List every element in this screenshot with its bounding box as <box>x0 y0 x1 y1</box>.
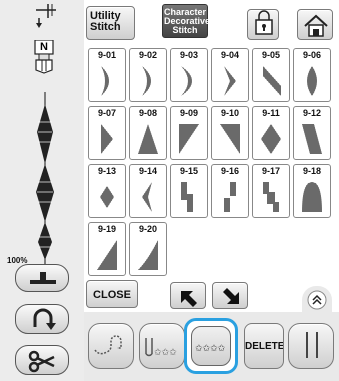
expand-tab[interactable] <box>302 286 332 312</box>
svg-text:✩✩✩✩: ✩✩✩✩ <box>195 344 226 354</box>
steps2-stitch-icon <box>224 182 236 212</box>
stitch-cell[interactable]: 9-05 <box>252 48 290 102</box>
triangle-stitch-icon <box>138 124 158 154</box>
dome-stitch-icon <box>302 182 322 212</box>
diamond-small-stitch-icon <box>100 186 114 208</box>
stitch-cell[interactable]: 9-01 <box>88 48 126 102</box>
stitch-code: 9-03 <box>179 50 198 60</box>
stitch-code: 9-14 <box>138 166 157 176</box>
stitch-cell[interactable]: 9-11 <box>252 106 290 160</box>
stitch-cell[interactable]: 9-08 <box>129 106 167 160</box>
next-page-button[interactable] <box>212 282 248 309</box>
foot-down-icon <box>30 272 56 284</box>
twin-needle-icon <box>306 332 318 358</box>
utility-stitch-tab[interactable]: Utility Stitch <box>86 6 135 40</box>
stitch-cell[interactable]: 9-20 <box>129 222 167 276</box>
stitch-cell[interactable]: 9-07 <box>88 106 126 160</box>
selected-stitch-inner: ✩✩✩✩ <box>191 326 231 366</box>
ramp2-stitch-icon <box>138 240 158 270</box>
stitch-code: 9-16 <box>220 166 239 176</box>
tri-right-stitch-icon <box>220 124 240 154</box>
previous-page-button[interactable] <box>170 282 206 309</box>
character-decorative-stitch-tab[interactable]: Character Decorative Stitch <box>162 4 210 38</box>
steps-stitch-icon <box>181 182 193 212</box>
stitch-code: 9-04 <box>220 50 239 60</box>
thread-cutter-button[interactable] <box>15 345 69 375</box>
stitch-cell[interactable]: 9-02 <box>129 48 167 102</box>
stars-pattern-icon: ✩✩✩✩ <box>195 344 226 354</box>
wedge-diag-stitch-icon <box>263 66 281 96</box>
stitch-stars-icon: ✩✩✩ <box>145 338 177 358</box>
chevron-left-stitch-icon <box>142 182 152 212</box>
diamond-stitch-icon <box>261 124 281 154</box>
delete-button[interactable]: DELETE <box>244 323 284 369</box>
thread-button[interactable] <box>88 323 134 369</box>
dots-step-stitch-icon <box>263 182 279 212</box>
stitch-code: 9-02 <box>138 50 157 60</box>
stitch-cell[interactable]: 9-19 <box>88 222 126 276</box>
stitch-code: 9-09 <box>179 108 198 118</box>
close-label: CLOSE <box>93 289 131 301</box>
stitch-code: 9-08 <box>138 108 157 118</box>
crescent-right-stitch-icon <box>101 66 109 96</box>
stitch-cell[interactable]: 9-15 <box>170 164 208 218</box>
stitch-code: 9-15 <box>179 166 198 176</box>
stitch-cell[interactable]: 9-06 <box>293 48 331 102</box>
stitch-code: 9-20 <box>138 224 157 234</box>
stitch-style-button[interactable]: ✩✩✩ <box>139 323 185 369</box>
stitch-cell[interactable]: 9-09 <box>170 106 208 160</box>
crescent-right3-stitch-icon <box>181 66 192 96</box>
stitch-cell[interactable]: 9-03 <box>170 48 208 102</box>
home-button[interactable] <box>297 9 333 40</box>
stitch-cell[interactable]: 9-14 <box>129 164 167 218</box>
delete-label: DELETE <box>245 341 284 352</box>
chevron-stitch-icon <box>224 66 236 96</box>
stitch-cell[interactable]: 9-17 <box>252 164 290 218</box>
tri-left-stitch-icon <box>179 124 199 154</box>
ellipse-stitch-icon <box>307 66 317 96</box>
stitch-preview <box>30 92 60 272</box>
stitch-code: 9-18 <box>302 166 321 176</box>
stitch-cell[interactable]: 9-18 <box>293 164 331 218</box>
stitch-code: 9-13 <box>97 166 116 176</box>
half-tri-stitch-icon <box>101 124 113 154</box>
lock-icon <box>255 10 273 35</box>
stitch-code: 9-05 <box>261 50 280 60</box>
slant-stitch-icon <box>302 124 322 154</box>
stitch-code: 9-01 <box>97 50 116 60</box>
stitch-grid: 9-01 9-02 9-03 9-04 9-05 9-06 9-07 9-08 9-09 9-10… <box>86 46 334 276</box>
ramp-stitch-icon <box>97 240 117 270</box>
presser-foot-button[interactable] <box>15 264 69 292</box>
stitch-code: 9-17 <box>261 166 280 176</box>
close-button[interactable]: CLOSE <box>86 280 138 308</box>
reverse-stitch-button[interactable] <box>15 304 69 334</box>
lock-button[interactable] <box>247 9 279 40</box>
stitch-cell[interactable]: 9-13 <box>88 164 126 218</box>
thread-loop-icon <box>94 335 122 355</box>
stitch-code: 9-06 <box>302 50 321 60</box>
stitch-code: 9-11 <box>262 108 280 118</box>
crescent-right2-stitch-icon <box>142 66 151 96</box>
presser-foot-letter: N <box>40 41 48 53</box>
stitch-code: 9-07 <box>97 108 116 118</box>
arrow-up-left-icon <box>181 291 197 307</box>
arrow-down-right-icon <box>223 288 239 304</box>
chevron-up-icon <box>307 290 327 310</box>
utility-stitch-label: Utility Stitch <box>90 10 121 33</box>
stitch-cell[interactable]: 9-04 <box>211 48 249 102</box>
stitch-cell[interactable]: 9-16 <box>211 164 249 218</box>
scissors-icon <box>28 350 55 373</box>
character-label-line: Stitch <box>172 25 198 35</box>
needle-position-icon <box>32 4 60 30</box>
stitch-code: 9-12 <box>302 108 321 118</box>
home-icon <box>304 14 328 37</box>
stitch-cell[interactable]: 9-10 <box>211 106 249 160</box>
selected-stitch-button[interactable]: ✩✩✩✩ <box>184 318 238 374</box>
svg-text:✩✩✩: ✩✩✩ <box>154 348 177 358</box>
twin-needle-button[interactable] <box>288 323 334 369</box>
loop-arrow-icon <box>33 308 56 330</box>
stitch-cell[interactable]: 9-12 <box>293 106 331 160</box>
stitch-code: 9-10 <box>220 108 239 118</box>
stitch-code: 9-19 <box>97 224 116 234</box>
